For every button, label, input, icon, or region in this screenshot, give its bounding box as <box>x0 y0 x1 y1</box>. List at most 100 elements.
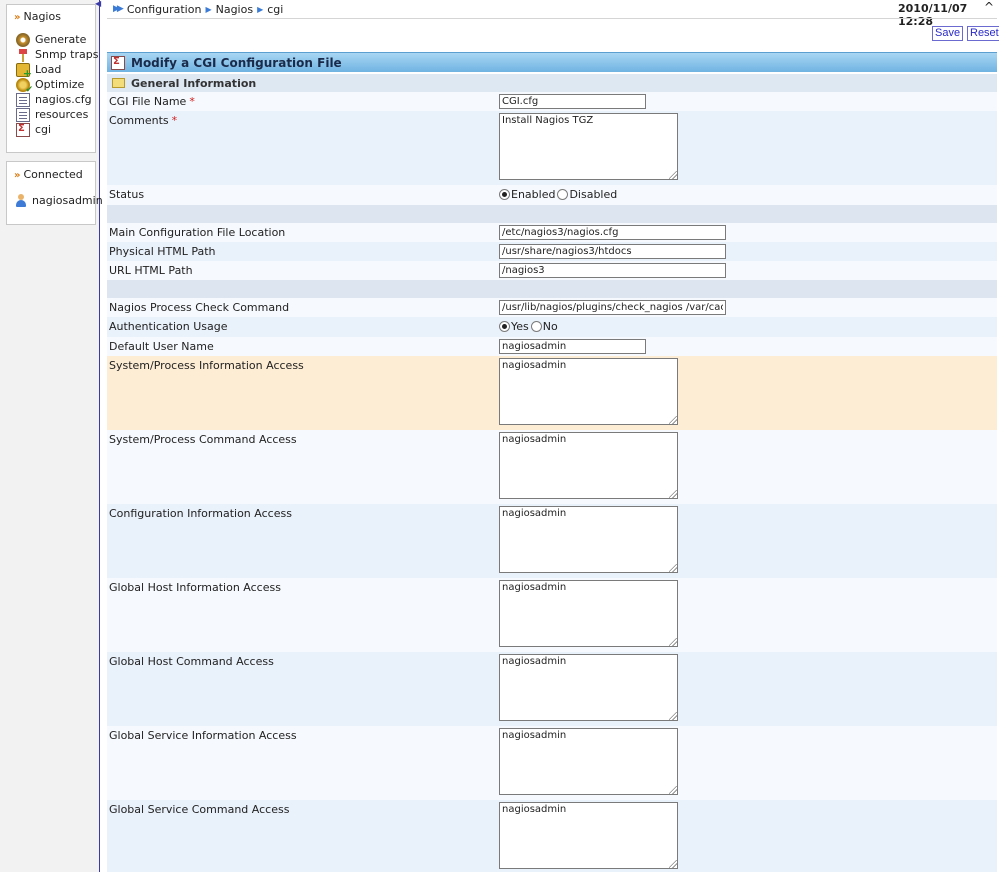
resize-grip-icon[interactable] <box>669 786 677 794</box>
breadcrumb-configuration[interactable]: Configuration <box>127 3 202 16</box>
row-global-service-command-access: Global Service Command Access nagiosadmi… <box>107 800 997 872</box>
main-config-location-input[interactable] <box>499 225 726 240</box>
cgi-file-icon <box>16 122 30 137</box>
file-icon <box>16 92 30 107</box>
auth-no-label: No <box>542 320 558 333</box>
status-radio-group: Enabled Disabled <box>499 188 619 201</box>
row-status: Status Enabled Disabled <box>107 185 997 205</box>
breadcrumb-nagios[interactable]: Nagios <box>216 3 253 16</box>
header-divider <box>107 18 997 19</box>
sidebar-item-snmp-traps[interactable]: Snmp traps <box>16 47 98 62</box>
sidebar-item-optimize[interactable]: Optimize <box>16 77 84 95</box>
row-config-info-access: Configuration Information Access nagiosa… <box>107 504 997 578</box>
double-chevron-icon: » <box>14 170 21 181</box>
url-html-path-input[interactable] <box>499 263 726 278</box>
connected-box: » Connected nagiosadmin <box>6 161 103 225</box>
sidebar: ◀ »Nagios Generate Snmp traps Load Optim… <box>0 0 103 872</box>
row-authentication-usage: Authentication Usage Yes No <box>107 317 997 337</box>
required-marker: * <box>189 95 195 108</box>
row-cgi-file-name: CGI File Name * <box>107 92 997 111</box>
load-icon <box>16 62 32 80</box>
connected-title: » Connected <box>14 168 83 181</box>
row-comments: Comments * Install Nagios TGZ <box>107 111 997 185</box>
sidebar-item-generate[interactable]: Generate <box>16 32 86 47</box>
save-button[interactable]: Save <box>932 26 964 41</box>
required-marker: * <box>171 114 178 127</box>
system-command-access-textarea[interactable]: nagiosadmin <box>499 432 678 499</box>
field-label: System/Process Information Access <box>109 359 304 372</box>
resize-grip-icon[interactable] <box>669 171 677 179</box>
global-service-info-access-textarea[interactable]: nagiosadmin <box>499 728 678 795</box>
sidebar-item-resources[interactable]: resources <box>16 107 88 122</box>
field-label: Global Host Command Access <box>109 655 274 668</box>
row-global-host-info-access: Global Host Information Access nagiosadm… <box>107 578 997 652</box>
row-global-service-info-access: Global Service Information Access nagios… <box>107 726 997 800</box>
sidebar-item-load[interactable]: Load <box>16 62 61 80</box>
row-system-info-access: System/Process Information Access nagios… <box>107 356 997 430</box>
row-physical-html-path: Physical HTML Path <box>107 242 997 261</box>
status-disabled-radio[interactable] <box>557 189 569 200</box>
global-service-command-access-textarea[interactable]: nagiosadmin <box>499 802 678 869</box>
auth-no-radio[interactable] <box>530 321 542 332</box>
sidebar-item-cgi[interactable]: cgi <box>16 122 51 137</box>
section-title: General Information <box>131 76 257 90</box>
double-arrow-icon: ▶▶ <box>113 4 124 14</box>
process-check-command-input[interactable] <box>499 300 726 315</box>
double-chevron-icon: » <box>14 12 21 23</box>
global-host-info-access-textarea[interactable]: nagiosadmin <box>499 580 678 647</box>
section-separator <box>107 205 997 223</box>
field-label: Main Configuration File Location <box>109 226 286 239</box>
section-icon <box>112 78 125 88</box>
row-main-config-location: Main Configuration File Location <box>107 223 997 242</box>
section-header: General Information <box>107 74 997 92</box>
pin-icon <box>16 47 30 62</box>
field-label: CGI File Name * <box>109 95 195 108</box>
resize-grip-icon[interactable] <box>669 638 677 646</box>
connected-user[interactable]: nagiosadmin <box>15 193 103 208</box>
resize-grip-icon[interactable] <box>669 712 677 720</box>
resize-grip-icon[interactable] <box>669 860 677 868</box>
field-label: Nagios Process Check Command <box>109 301 290 314</box>
field-label: Comments * <box>109 114 178 127</box>
default-user-name-input[interactable] <box>499 339 646 354</box>
resize-grip-icon[interactable] <box>669 416 677 424</box>
breadcrumb-cgi[interactable]: cgi <box>267 3 283 16</box>
gear-icon <box>16 32 30 47</box>
auth-yes-label: Yes <box>511 320 529 333</box>
status-disabled-label: Disabled <box>569 188 618 201</box>
field-label: Configuration Information Access <box>109 507 292 520</box>
breadcrumb: ▶▶ Configuration ▶ Nagios ▶ cgi <box>113 2 283 16</box>
cgi-file-icon <box>111 55 125 70</box>
field-label: Physical HTML Path <box>109 245 216 258</box>
nagios-menu-title: » Nagios <box>14 10 61 23</box>
resize-grip-icon[interactable] <box>669 564 677 572</box>
field-label: Status <box>109 188 145 201</box>
system-info-access-textarea[interactable]: nagiosadmin <box>499 358 678 425</box>
field-label: Global Host Information Access <box>109 581 281 594</box>
field-label: System/Process Command Access <box>109 433 297 446</box>
collapse-sidebar-icon[interactable]: ◀ <box>95 0 103 8</box>
comments-textarea[interactable]: Install Nagios TGZ <box>499 113 678 180</box>
config-info-access-textarea[interactable]: nagiosadmin <box>499 506 678 573</box>
caret-up-icon[interactable]: ^ <box>984 0 994 14</box>
reset-button[interactable]: Reset <box>967 26 999 41</box>
panel-header: Modify a CGI Configuration File <box>107 52 997 72</box>
panel-title: Modify a CGI Configuration File <box>131 55 342 70</box>
global-host-command-access-textarea[interactable]: nagiosadmin <box>499 654 678 721</box>
status-enabled-radio[interactable] <box>499 189 510 200</box>
row-global-host-command-access: Global Host Command Access nagiosadmin <box>107 652 997 726</box>
row-process-check-command: Nagios Process Check Command <box>107 298 997 317</box>
resize-grip-icon[interactable] <box>669 490 677 498</box>
status-enabled-label: Enabled <box>511 188 556 201</box>
field-label: URL HTML Path <box>109 264 193 277</box>
field-label: Global Service Command Access <box>109 803 290 816</box>
auth-yes-radio[interactable] <box>499 321 510 332</box>
field-label: Global Service Information Access <box>109 729 297 742</box>
sidebar-item-nagios-cfg[interactable]: nagios.cfg <box>16 92 92 107</box>
section-separator <box>107 280 997 298</box>
arrow-right-icon: ▶ <box>257 4 264 14</box>
cgi-file-name-input[interactable] <box>499 94 646 109</box>
field-label: Default User Name <box>109 340 214 353</box>
physical-html-path-input[interactable] <box>499 244 726 259</box>
nagios-menu-box: »Nagios Generate Snmp traps Load Optimiz… <box>6 4 98 153</box>
